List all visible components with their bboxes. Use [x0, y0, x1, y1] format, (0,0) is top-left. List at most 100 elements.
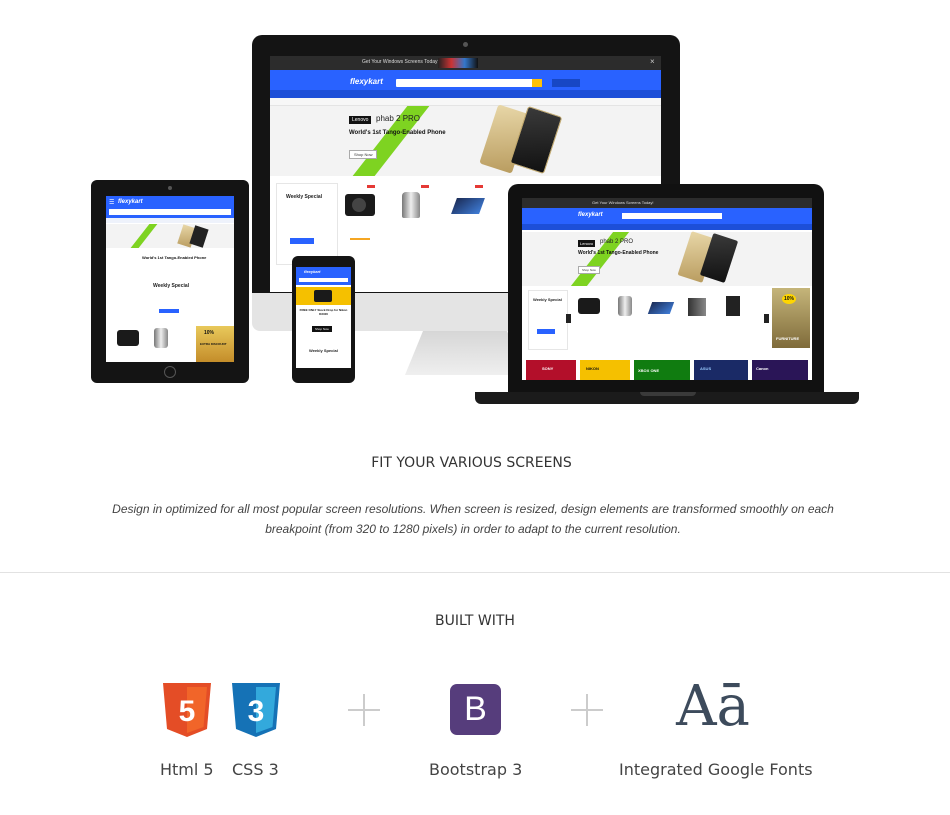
bootstrap-badge: B — [464, 690, 487, 728]
hero-button[interactable]: Shop Now — [578, 266, 600, 274]
laptop-screen: Get Your Windows Screens Today! flexykar… — [522, 198, 812, 380]
section-divider — [0, 572, 950, 573]
weekly-title: Weekly Special — [309, 348, 338, 353]
weekly-title: Weekly Special — [153, 283, 190, 289]
hero-banner: Lenovo phab 2 PRO World's 1st Tango-Enab… — [522, 231, 812, 286]
hero-banner — [106, 224, 234, 248]
monitor-stand — [405, 331, 525, 375]
tablet-image — [647, 302, 675, 314]
bootstrap-icon: B — [450, 684, 501, 735]
laptop-notch — [640, 392, 696, 396]
product-card[interactable] — [574, 292, 604, 342]
close-icon[interactable]: × — [650, 57, 655, 66]
camera-image — [314, 290, 332, 302]
site-logo[interactable]: flexykart — [350, 77, 383, 86]
plus-icon — [363, 694, 365, 726]
brand-label: NIKON — [586, 366, 599, 371]
hero-model: phab 2 PRO — [376, 114, 421, 123]
weekly-panel: Weekly Special — [276, 183, 338, 265]
html5-label: Html 5 — [160, 760, 214, 779]
kettle-image — [154, 328, 168, 348]
hero-image — [296, 287, 351, 305]
brand-tile-canon[interactable]: Canon — [752, 360, 808, 380]
site-logo[interactable]: flexykart — [578, 212, 603, 218]
promo-banner: 10% FURNITURE — [772, 288, 810, 348]
tablet-image — [451, 198, 485, 214]
header: flexykart — [296, 267, 351, 285]
html5-badge: 5 — [179, 695, 196, 728]
hero-title: World's 1st Tango-Enabled Phone — [349, 130, 446, 136]
speaker-image — [688, 298, 706, 316]
announce-image — [438, 58, 478, 68]
tablet-home-button[interactable] — [164, 366, 176, 378]
camera-lens — [352, 198, 366, 212]
search-input[interactable] — [109, 209, 231, 215]
kettle-image — [618, 296, 632, 316]
weekly-title: Weekly Special — [533, 297, 562, 302]
search-input[interactable] — [622, 213, 722, 219]
cart-button[interactable] — [552, 79, 580, 87]
brand-label: Canon — [756, 366, 769, 371]
brand-tile-nikon[interactable]: NIKON — [580, 360, 630, 380]
search-input[interactable] — [396, 79, 536, 87]
css3-icon: 3 — [232, 683, 280, 737]
promo-pct: 10% — [204, 330, 215, 336]
hero-brand: Lenovo — [578, 240, 596, 247]
announce-text: Get Your Windows Screens Today! — [592, 200, 654, 205]
brand-tile-xbox[interactable]: XBOX ONE — [634, 360, 690, 380]
brand-label: ASUS — [700, 366, 712, 371]
promo-text: EXTRA DISCOUNT — [200, 342, 227, 346]
header: flexykart — [522, 208, 812, 224]
screens-heading: FIT YOUR VARIOUS SCREENS — [371, 455, 572, 471]
weekly-button[interactable] — [159, 309, 179, 313]
hero-brand: Lenovo — [349, 116, 372, 124]
product-card[interactable] — [340, 186, 392, 256]
hero-model: phab 2 PRO — [600, 239, 634, 245]
announce-text: Get Your Windows Screens Today! — [362, 59, 439, 65]
prev-arrow[interactable] — [566, 314, 571, 323]
search-icon[interactable] — [532, 79, 542, 87]
plus-icon — [586, 694, 588, 726]
hero-banner: Lenovo phab 2 PRO World's 1st Tango-Enab… — [270, 104, 661, 176]
weekly-title: Weekly Special — [286, 194, 323, 200]
next-arrow[interactable] — [764, 314, 769, 323]
html5-icon: 5 — [163, 683, 211, 737]
promo-banner: 10% EXTRA DISCOUNT — [196, 326, 234, 362]
main-nav — [106, 218, 234, 223]
kettle-image — [402, 192, 420, 218]
site-logo[interactable]: flexykart — [118, 199, 143, 205]
product-card[interactable] — [646, 292, 676, 342]
header: flexykart — [270, 70, 661, 90]
weekly-button[interactable] — [290, 238, 314, 244]
brand-label: XBOX ONE — [638, 368, 660, 373]
hero-button[interactable]: Shop Now — [349, 150, 378, 159]
phone-screen: flexykart FREE ONLY Stock Drop for Nikon… — [296, 267, 351, 368]
tablet-screen: ☰ flexykart World's 1st Tango-Enabled Ph… — [106, 196, 234, 362]
product-card[interactable] — [610, 292, 640, 342]
product-card[interactable] — [448, 186, 500, 256]
promo-word: FURNITURE — [776, 336, 800, 341]
built-heading: BUILT WITH — [435, 613, 515, 629]
weekly-button[interactable] — [537, 329, 555, 334]
hero-title: FREE ONLY Stock Drop for Nikon D3400 — [299, 308, 348, 316]
brand-tile-sony[interactable]: SONY — [526, 360, 576, 380]
site-logo[interactable]: flexykart — [304, 269, 320, 274]
badge — [475, 185, 483, 188]
brand-tile-asus[interactable]: ASUS — [694, 360, 748, 380]
product-card[interactable] — [718, 292, 748, 342]
main-nav — [270, 90, 661, 98]
product-card[interactable] — [682, 292, 712, 342]
announce-bar: Get Your Windows Screens Today! — [522, 198, 812, 208]
product-card[interactable] — [394, 186, 446, 256]
menu-icon[interactable]: ☰ — [109, 199, 114, 206]
badge — [421, 185, 429, 188]
search-input[interactable] — [299, 278, 348, 282]
google-fonts-label: Integrated Google Fonts — [619, 760, 813, 779]
screens-description: Design in optimized for all most popular… — [112, 502, 834, 536]
tablet-camera — [168, 186, 172, 190]
promo-pct: 10% — [782, 294, 797, 304]
weekly-panel: Weekly Special — [528, 290, 568, 350]
brand-label: SONY — [542, 366, 554, 371]
css3-label: CSS 3 — [232, 760, 279, 779]
shop-button[interactable]: Shop Now — [312, 326, 332, 332]
